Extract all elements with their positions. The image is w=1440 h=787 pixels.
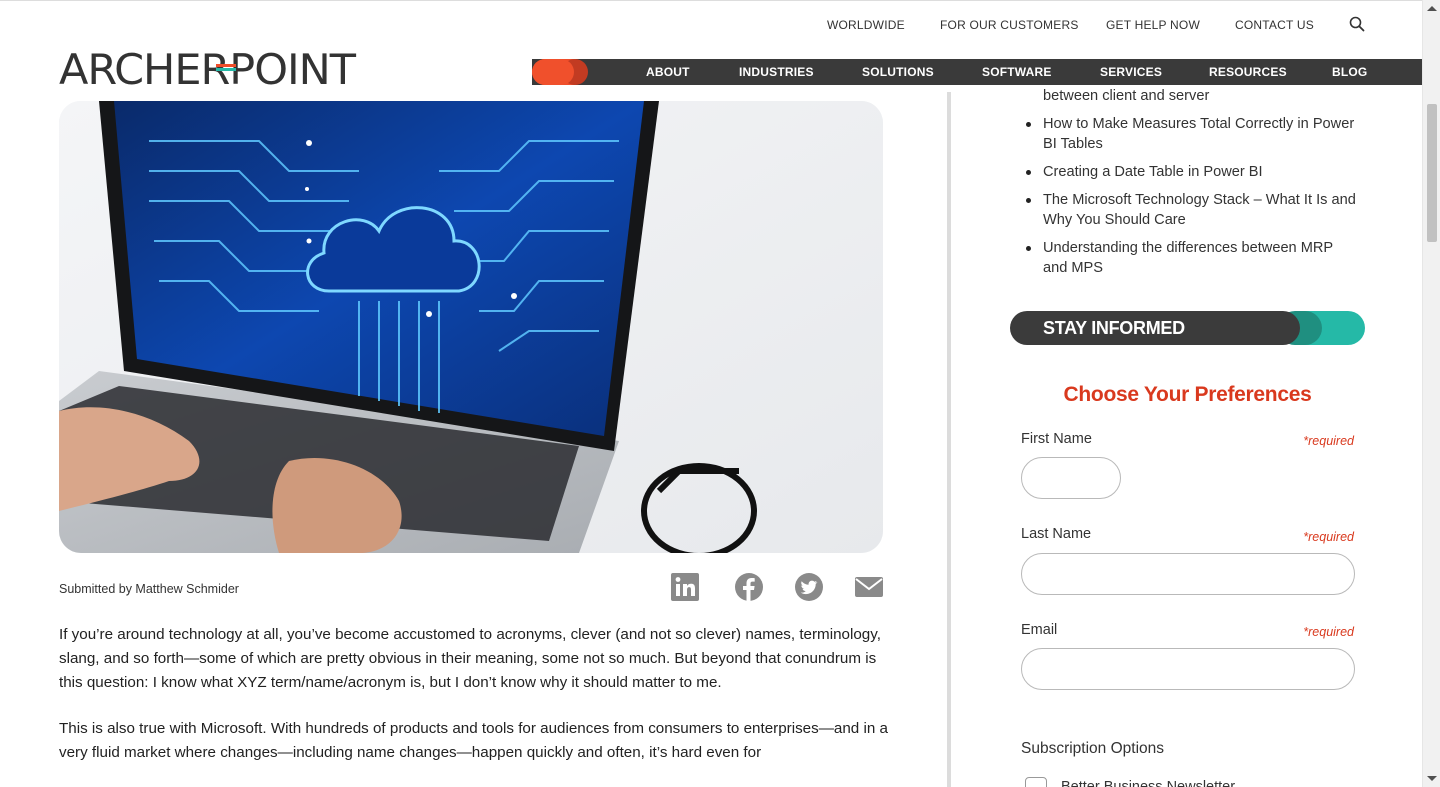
submitted-by: Submitted by Matthew Schmider — [59, 582, 239, 596]
scroll-down-arrow-icon[interactable] — [1427, 776, 1437, 781]
article-paragraph: This is also true with Microsoft. With h… — [59, 720, 888, 761]
article-paragraph: If you’re around technology at all, you’… — [59, 626, 881, 691]
page-scrollbar[interactable] — [1422, 0, 1440, 787]
nav-industries[interactable]: INDUSTRIES — [739, 65, 814, 79]
first-name-field[interactable] — [1021, 457, 1121, 499]
worldwide-link[interactable]: WORLDWIDE — [827, 18, 905, 32]
email-required: *required — [1303, 625, 1354, 639]
contact-us-link[interactable]: CONTACT US — [1235, 18, 1314, 32]
related-post-item: The Microsoft Technology Stack – What It… — [1023, 190, 1358, 230]
search-icon[interactable] — [1349, 16, 1365, 32]
email-label: Email — [1021, 622, 1058, 638]
nav-accent-pill-light — [532, 59, 574, 85]
preferences-heading: Choose Your Preferences — [1063, 383, 1312, 406]
last-name-label: Last Name — [1021, 526, 1092, 542]
related-post-continuation: between client and server — [1043, 88, 1210, 104]
nav-blog[interactable]: BLOG — [1332, 65, 1367, 79]
for-our-customers-link[interactable]: FOR OUR CUSTOMERS — [940, 18, 1079, 32]
nav-about[interactable]: ABOUT — [646, 65, 690, 79]
email-field[interactable] — [1021, 648, 1355, 690]
newsletter-checkbox-label[interactable]: Better Business Newsletter — [1061, 779, 1235, 787]
archerpoint-logo[interactable]: ARCHERPOINT — [59, 45, 359, 94]
nav-software[interactable]: SOFTWARE — [982, 65, 1052, 79]
scrollbar-thumb[interactable] — [1427, 104, 1437, 242]
stay-informed-banner: STAY INFORMED — [1010, 311, 1365, 345]
related-post-link[interactable]: Creating a Date Table in Power BI — [1043, 164, 1263, 180]
scroll-up-arrow-icon[interactable] — [1427, 6, 1437, 11]
article-hero-image — [59, 101, 883, 553]
main-navigation: ABOUT INDUSTRIES SOLUTIONS SOFTWARE SERV… — [532, 59, 1422, 85]
twitter-icon[interactable] — [794, 572, 824, 602]
related-post-link[interactable]: Understanding the differences between MR… — [1043, 240, 1333, 276]
first-name-required: *required — [1303, 434, 1354, 448]
last-name-required: *required — [1303, 530, 1354, 544]
article-body: If you’re around technology at all, you’… — [59, 623, 889, 787]
nav-solutions[interactable]: SOLUTIONS — [862, 65, 934, 79]
related-posts-list: between client and server How to Make Me… — [1023, 86, 1358, 286]
subscription-options-heading: Subscription Options — [1021, 740, 1165, 757]
stay-informed-label: STAY INFORMED — [1043, 318, 1185, 338]
related-post-link[interactable]: The Microsoft Technology Stack – What It… — [1043, 192, 1356, 228]
related-post-link[interactable]: How to Make Measures Total Correctly in … — [1043, 116, 1354, 152]
linkedin-icon[interactable] — [670, 572, 700, 602]
logo-text: ARCHERPOINT — [59, 47, 356, 87]
related-post-item: How to Make Measures Total Correctly in … — [1023, 114, 1358, 154]
last-name-field[interactable] — [1021, 553, 1355, 595]
email-icon[interactable] — [854, 572, 884, 602]
nav-services[interactable]: SERVICES — [1100, 65, 1162, 79]
get-help-now-link[interactable]: GET HELP NOW — [1106, 18, 1200, 32]
related-post-item: Understanding the differences between MR… — [1023, 238, 1358, 278]
column-divider — [947, 92, 951, 787]
nav-resources[interactable]: RESOURCES — [1209, 65, 1287, 79]
first-name-label: First Name — [1021, 431, 1092, 447]
facebook-icon[interactable] — [734, 572, 764, 602]
newsletter-checkbox[interactable] — [1025, 777, 1047, 787]
top-border — [0, 0, 1422, 3]
related-post-item: Creating a Date Table in Power BI — [1023, 162, 1358, 182]
